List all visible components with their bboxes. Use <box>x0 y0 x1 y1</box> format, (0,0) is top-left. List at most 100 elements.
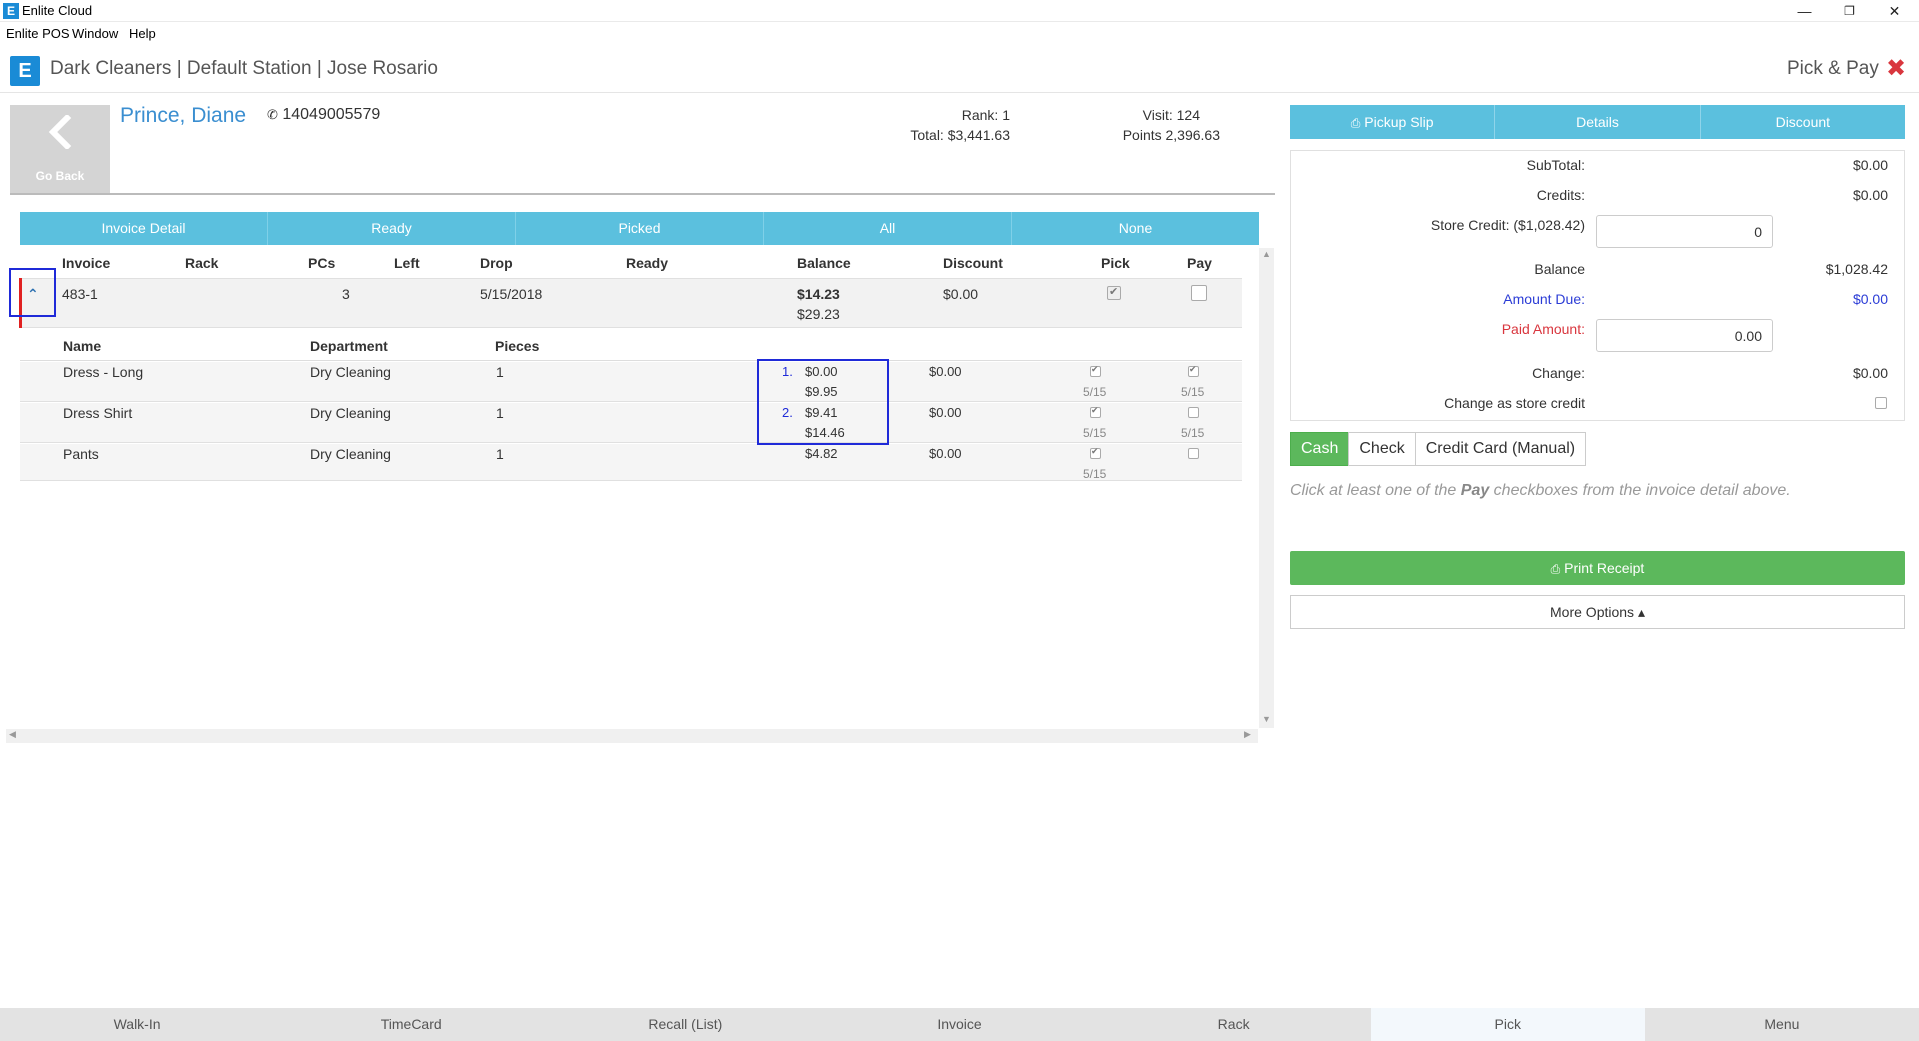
scroll-right-icon[interactable]: ▶ <box>1244 729 1251 740</box>
store-credit-input[interactable]: 0 <box>1596 215 1773 248</box>
nav-menu[interactable]: Menu <box>1645 1008 1919 1041</box>
window-title: Enlite Cloud <box>22 3 93 18</box>
printer-icon: ⎙ <box>1350 116 1361 130</box>
item-pieces: 1 <box>496 446 504 462</box>
nav-invoice[interactable]: Invoice <box>822 1008 1096 1041</box>
customer-name[interactable]: Prince, Diane <box>120 104 246 128</box>
item-row[interactable] <box>20 444 1242 481</box>
scroll-down-icon[interactable]: ▼ <box>1262 714 1271 724</box>
item-department: Dry Cleaning <box>310 405 391 421</box>
change-store-credit-checkbox[interactable] <box>1875 397 1887 409</box>
menu-window[interactable]: Window <box>72 26 118 41</box>
tab-all[interactable]: All <box>764 212 1012 245</box>
item-name: Dress Shirt <box>63 405 133 421</box>
customer-total: Total: $3,441.63 <box>910 127 1010 143</box>
customer-phone: ✆ 14049005579 <box>267 106 380 124</box>
col-item-name: Name <box>63 338 102 354</box>
store-credit-label: Store Credit: ($1,028.42) <box>1430 217 1585 233</box>
tab-ready[interactable]: Ready <box>268 212 516 245</box>
menu-help[interactable]: Help <box>129 26 156 41</box>
paid-amount-input[interactable]: 0.00 <box>1596 319 1773 352</box>
invoice-row[interactable] <box>20 278 1242 328</box>
close-window-button[interactable]: ✕ <box>1872 0 1917 22</box>
print-receipt-button[interactable]: ⎙ Print Receipt <box>1290 551 1905 585</box>
item-pick-date: 5/15 <box>1083 467 1107 481</box>
app-header: E Dark Cleaners | Default Station | Jose… <box>0 45 1919 93</box>
paid-amount-label: Paid Amount: <box>1501 321 1585 337</box>
menu-enlite-pos[interactable]: Enlite POS <box>6 26 70 41</box>
customer-rank: Rank: 1 <box>961 107 1010 123</box>
go-back-label: Go Back <box>35 169 85 183</box>
restore-button[interactable]: ❐ <box>1827 0 1872 22</box>
tab-details[interactable]: Details <box>1495 105 1701 139</box>
phone-number: 14049005579 <box>282 106 381 123</box>
subtotal-value: $0.00 <box>1852 157 1888 173</box>
item-pay-checkbox[interactable] <box>1188 364 1199 377</box>
horizontal-scrollbar[interactable]: ◀ ▶ <box>6 729 1258 743</box>
change-store-credit-label: Change as store credit <box>1444 395 1585 411</box>
item-department: Dry Cleaning <box>310 364 391 380</box>
pay-hint: Click at least one of the Pay checkboxes… <box>1290 482 1791 500</box>
hint-text-end: checkboxes from the invoice detail above… <box>1489 482 1791 499</box>
more-options-button[interactable]: More Options ▴ <box>1290 595 1905 629</box>
items-subheader <box>20 335 1242 361</box>
divider <box>10 193 1275 195</box>
hint-bold: Pay <box>1460 482 1490 499</box>
tab-discount[interactable]: Discount <box>1701 105 1905 139</box>
print-receipt-label: Print Receipt <box>1564 560 1645 576</box>
item-row[interactable] <box>20 362 1242 402</box>
nav-timecard[interactable]: TimeCard <box>274 1008 548 1041</box>
nav-walk-in[interactable]: Walk-In <box>0 1008 274 1041</box>
item-balance: $4.82 <box>805 446 838 461</box>
page-title: Pick & Pay <box>1787 58 1879 79</box>
col-pick: Pick <box>1101 255 1130 271</box>
item-pick-checkbox[interactable] <box>1090 446 1101 459</box>
customer-visit: Visit: 124 <box>1142 107 1200 123</box>
item-pieces: 1 <box>496 405 504 421</box>
invoice-pick-checkbox[interactable] <box>1107 285 1121 300</box>
col-rack: Rack <box>185 255 219 271</box>
chevron-left-icon <box>48 115 72 149</box>
nav-recall-list[interactable]: Recall (List) <box>548 1008 822 1041</box>
item-pick-date: 5/15 <box>1083 385 1107 399</box>
amount-due-label: Amount Due: <box>1503 291 1585 307</box>
nav-rack[interactable]: Rack <box>1097 1008 1371 1041</box>
invoice-number[interactable]: 483-1 <box>62 286 98 302</box>
invoice-pcs: 3 <box>342 286 350 302</box>
check-button[interactable]: Check <box>1348 432 1416 466</box>
item-pay-checkbox[interactable] <box>1188 407 1199 418</box>
credits-label: Credits: <box>1536 187 1585 203</box>
tab-invoice-detail[interactable]: Invoice Detail <box>20 212 268 245</box>
tab-pickup-slip[interactable]: ⎙ Pickup Slip <box>1290 105 1496 139</box>
item-pick-checkbox[interactable] <box>1090 405 1101 418</box>
cash-button[interactable]: Cash <box>1290 432 1350 466</box>
tab-none[interactable]: None <box>1012 212 1259 245</box>
scroll-left-icon[interactable]: ◀ <box>9 729 16 740</box>
change-value: $0.00 <box>1852 365 1888 381</box>
col-balance: Balance <box>797 255 851 271</box>
enlite-logo: E <box>10 56 40 86</box>
nav-pick[interactable]: Pick <box>1370 1008 1645 1041</box>
item-discount: $0.00 <box>929 405 962 420</box>
item-department: Dry Cleaning <box>310 446 391 462</box>
item-row[interactable] <box>20 403 1242 443</box>
tab-picked[interactable]: Picked <box>516 212 764 245</box>
highlight-box <box>757 359 889 445</box>
item-pay-date: 5/15 <box>1181 426 1205 440</box>
item-pay-checkbox[interactable] <box>1188 448 1199 459</box>
minimize-button[interactable]: — <box>1782 0 1827 22</box>
item-pieces: 1 <box>496 364 504 380</box>
credit-card-manual-button[interactable]: Credit Card (Manual) <box>1414 432 1587 466</box>
go-back-button[interactable]: Go Back <box>10 105 110 193</box>
vertical-scrollbar[interactable]: ▲ ▼ <box>1259 248 1274 728</box>
invoice-pay-checkbox[interactable] <box>1191 285 1207 301</box>
printer-icon: ⎙ <box>1550 562 1561 576</box>
invoice-drop-date: 5/15/2018 <box>480 286 543 302</box>
phone-icon: ✆ <box>267 107 278 122</box>
item-name: Dress - Long <box>63 364 144 380</box>
scroll-up-icon[interactable]: ▲ <box>1262 249 1271 259</box>
col-item-pieces: Pieces <box>495 338 540 354</box>
close-page-icon[interactable]: ✖ <box>1886 54 1906 83</box>
collapse-chevron-icon[interactable]: ⌃ <box>27 286 39 303</box>
item-pick-checkbox[interactable] <box>1090 364 1101 377</box>
